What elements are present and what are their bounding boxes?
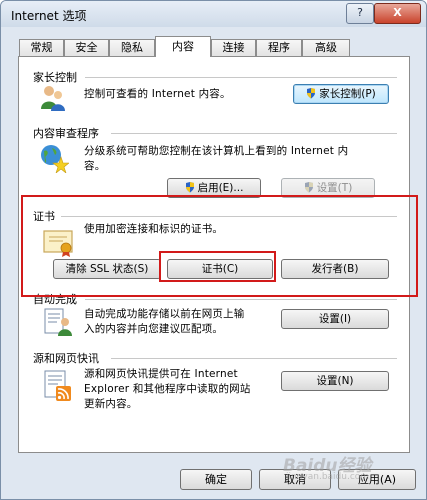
title-bar[interactable]: Internet 选项 ? X <box>1 1 426 27</box>
feeds-rss-icon <box>44 370 71 401</box>
certificate-icon <box>43 230 73 257</box>
feeds-description-line-2: Explorer 和其他程序中读取的网站 <box>84 383 251 395</box>
feeds-group-title: 源和网页快讯 <box>33 352 99 365</box>
tab-programs[interactable]: 程序 <box>256 39 302 56</box>
content-advisor-settings-label: 设置(T) <box>316 182 353 194</box>
group-divider <box>111 358 397 359</box>
internet-options-dialog: Internet 选项 ? X 常规 安全 隐私 内容 连接 程序 高级 家长控… <box>0 0 427 500</box>
feeds-description-line-1: 源和网页快讯提供可在 Internet <box>84 368 238 380</box>
content-advisor-globe-star-icon <box>41 145 69 173</box>
group-divider <box>85 77 397 78</box>
tab-privacy[interactable]: 隐私 <box>109 39 155 56</box>
content-advisor-enable-button[interactable]: 启用(E)... <box>167 178 261 198</box>
tab-connections[interactable]: 连接 <box>211 39 256 56</box>
content-tab-panel: 家长控制 控制可查看的 Internet 内容。 家长控制(P) 内容审查程序 … <box>18 56 410 453</box>
uac-shield-icon <box>185 182 194 193</box>
help-button[interactable]: ? <box>346 3 374 24</box>
close-button[interactable]: X <box>374 3 421 24</box>
publishers-button[interactable]: 发行者(B) <box>281 259 389 279</box>
autocomplete-description-line-2: 入的内容并向您建议匹配项。 <box>84 323 224 335</box>
content-advisor-enable-label: 启用(E)... <box>197 182 244 194</box>
tab-content[interactable]: 内容 <box>155 36 211 57</box>
parental-controls-description: 控制可查看的 Internet 内容。 <box>84 88 231 100</box>
clear-ssl-state-button[interactable]: 清除 SSL 状态(S) <box>53 259 161 279</box>
certificates-group-title: 证书 <box>33 210 55 223</box>
content-advisor-settings-button[interactable]: 设置(T) <box>281 178 375 198</box>
baidu-watermark-url: jingyan.baidu.com <box>286 472 370 482</box>
uac-shield-icon <box>307 88 316 99</box>
window-title: Internet 选项 <box>11 9 87 23</box>
autocomplete-form-person-icon <box>44 308 72 336</box>
autocomplete-group-title: 自动完成 <box>33 293 77 306</box>
ok-button[interactable]: 确定 <box>180 469 252 490</box>
tab-security[interactable]: 安全 <box>64 39 109 56</box>
content-advisor-description-line-1: 分级系统可帮助您控制在该计算机上看到的 Internet 内 <box>84 145 349 157</box>
tab-advanced[interactable]: 高级 <box>302 39 350 56</box>
certificates-button[interactable]: 证书(C) <box>167 259 273 279</box>
parental-controls-button[interactable]: 家长控制(P) <box>293 84 389 104</box>
uac-shield-icon <box>304 182 313 193</box>
group-divider <box>85 299 397 300</box>
parental-controls-button-label: 家长控制(P) <box>319 88 376 100</box>
content-advisor-description-line-2: 容。 <box>84 160 106 172</box>
group-divider <box>111 133 397 134</box>
autocomplete-description-line-1: 自动完成功能存储以前在网页上输 <box>84 308 245 320</box>
content-advisor-group-title: 内容审查程序 <box>33 127 99 140</box>
feeds-settings-button[interactable]: 设置(N) <box>281 371 389 391</box>
parental-control-users-icon <box>41 86 65 111</box>
group-divider <box>61 216 397 217</box>
certificates-description: 使用加密连接和标识的证书。 <box>84 223 224 235</box>
feeds-description-line-3: 更新内容。 <box>84 398 138 410</box>
tab-general[interactable]: 常规 <box>19 39 64 56</box>
autocomplete-settings-button[interactable]: 设置(I) <box>281 309 389 329</box>
